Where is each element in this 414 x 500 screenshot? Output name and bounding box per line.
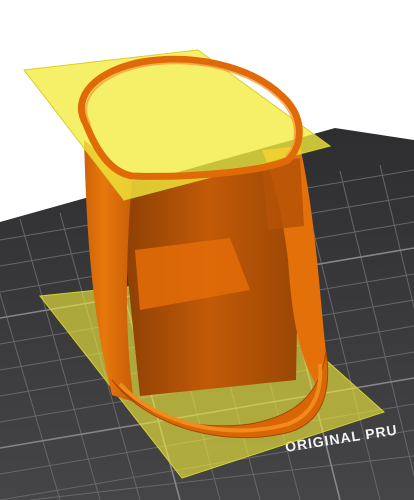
3d-scene[interactable]: ORIGINAL PRU [0, 0, 414, 500]
3d-viewport[interactable]: ORIGINAL PRU [0, 0, 414, 500]
